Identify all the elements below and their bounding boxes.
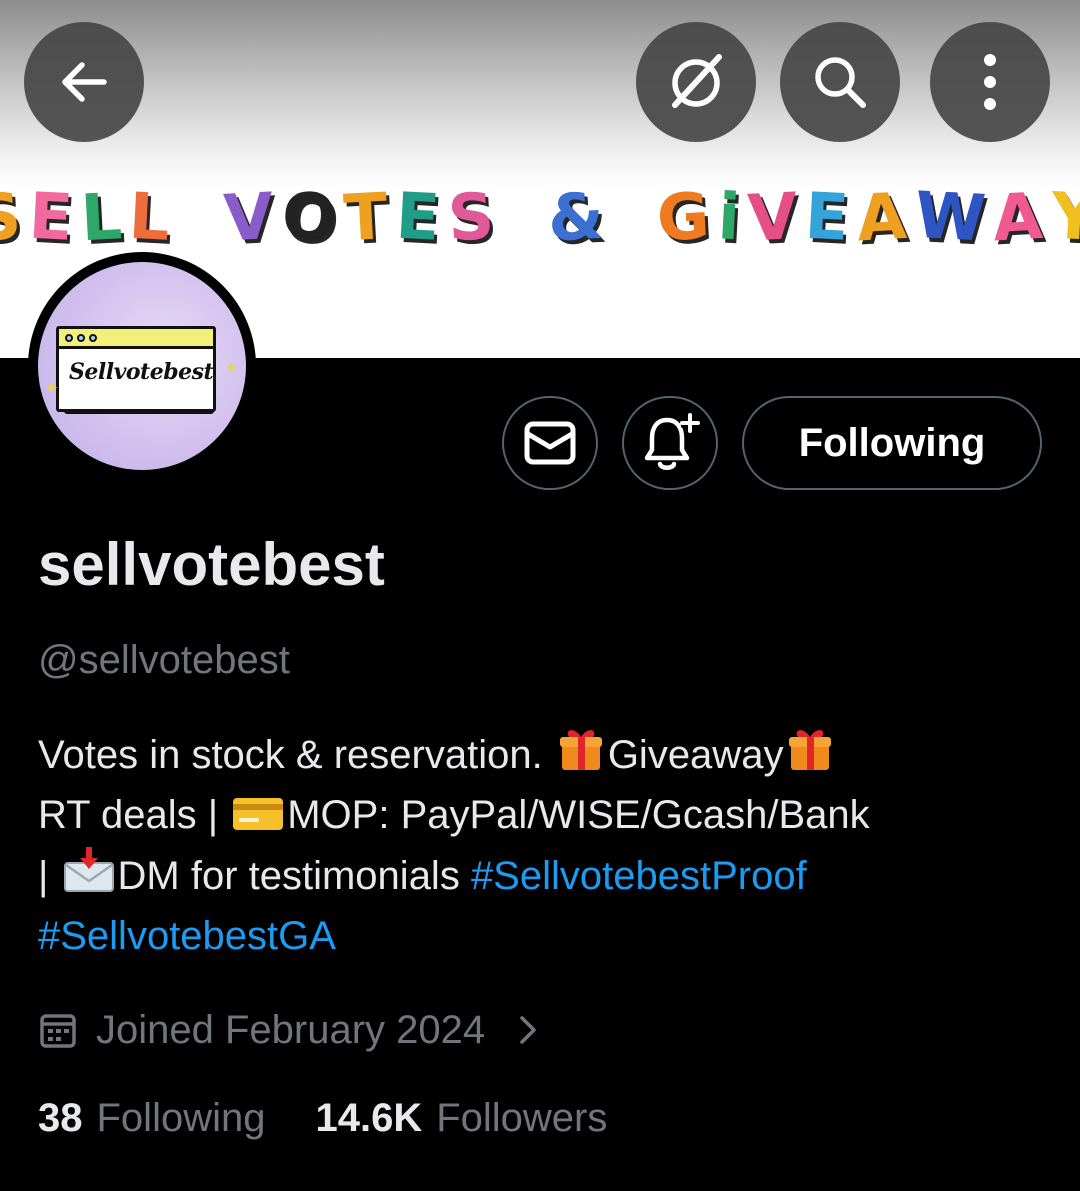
banner-word: SELL <box>0 179 181 257</box>
bio-text: DM for testimonials <box>117 854 471 898</box>
follow-stats: 38 Following 14.6K Followers <box>38 1096 657 1141</box>
bio-text: | <box>38 854 60 898</box>
back-button[interactable] <box>24 22 144 142</box>
arrow-left-icon <box>62 62 107 102</box>
bio-text: Giveaway <box>607 733 784 777</box>
following-count-link[interactable]: 38 Following <box>38 1096 265 1141</box>
gift-icon <box>789 730 832 770</box>
chevron-right-icon <box>520 1016 536 1044</box>
avatar-window: Sellvotebest <box>56 326 216 412</box>
followers-count-link[interactable]: 14.6K Followers <box>315 1096 607 1141</box>
joined-date-row[interactable]: Joined February 2024 <box>38 1002 543 1058</box>
bio-line-1: Votes in stock & reservation. Giveaway <box>38 724 1048 785</box>
message-button[interactable] <box>502 396 598 490</box>
joined-date: Joined February 2024 <box>96 1007 486 1052</box>
search-button[interactable] <box>780 22 900 142</box>
avatar-text: Sellvotebest <box>69 359 214 385</box>
avatar[interactable]: Sellvotebest ✦ ✦ <box>38 262 246 470</box>
sparkle-icon: ✦ <box>224 358 240 378</box>
grok-button[interactable] <box>636 22 756 142</box>
more-vertical-icon <box>984 54 996 110</box>
bio-text: RT deals | <box>38 793 230 837</box>
profile-name: sellvotebest <box>38 531 385 598</box>
search-icon <box>815 57 866 108</box>
avatar-ring[interactable]: Sellvotebest ✦ ✦ <box>28 252 256 480</box>
banner-word: VOTES <box>222 179 504 257</box>
profile-bio: Votes in stock & reservation. Giveaway R… <box>38 724 1048 966</box>
following-label: Following <box>96 1096 266 1140</box>
following-button[interactable]: Following <box>742 396 1042 490</box>
window-dot-icon <box>77 333 85 342</box>
bio-text: MOP: PayPal/WISE/Gcash/Bank <box>287 793 870 837</box>
bell-plus-icon <box>644 413 700 470</box>
envelope-icon <box>524 421 576 465</box>
calendar-icon <box>40 1014 76 1048</box>
banner-word: GiVEAWAY <box>655 178 1080 258</box>
bio-line-3: | DM for testimonials #SellvotebestProof <box>38 845 1048 906</box>
gift-icon <box>559 730 602 770</box>
bio-line-2: RT deals | MOP: PayPal/WISE/Gcash/Bank <box>38 785 1048 845</box>
followers-label: Followers <box>436 1096 608 1140</box>
sparkle-icon: ✦ <box>44 378 60 398</box>
bio-text: Votes in stock & reservation. <box>38 733 554 777</box>
window-dot-icon <box>65 333 73 342</box>
avatar-window-bar <box>59 329 213 349</box>
following-count: 38 <box>38 1096 83 1140</box>
credit-card-icon <box>233 798 284 830</box>
hashtag-link[interactable]: #SellvotebestGA <box>38 914 336 958</box>
window-dot-icon <box>89 333 97 342</box>
inbox-tray-icon <box>63 847 114 892</box>
profile-handle: @sellvotebest <box>38 638 290 682</box>
more-options-button[interactable] <box>930 22 1050 142</box>
hashtag-link[interactable]: #SellvotebestProof <box>471 854 807 898</box>
grok-slash-circle-icon <box>672 54 722 108</box>
followers-count: 14.6K <box>315 1096 423 1140</box>
notifications-button[interactable] <box>622 396 718 490</box>
banner-word: & <box>545 179 614 257</box>
bio-line-4: #SellvotebestGA <box>38 906 1048 966</box>
